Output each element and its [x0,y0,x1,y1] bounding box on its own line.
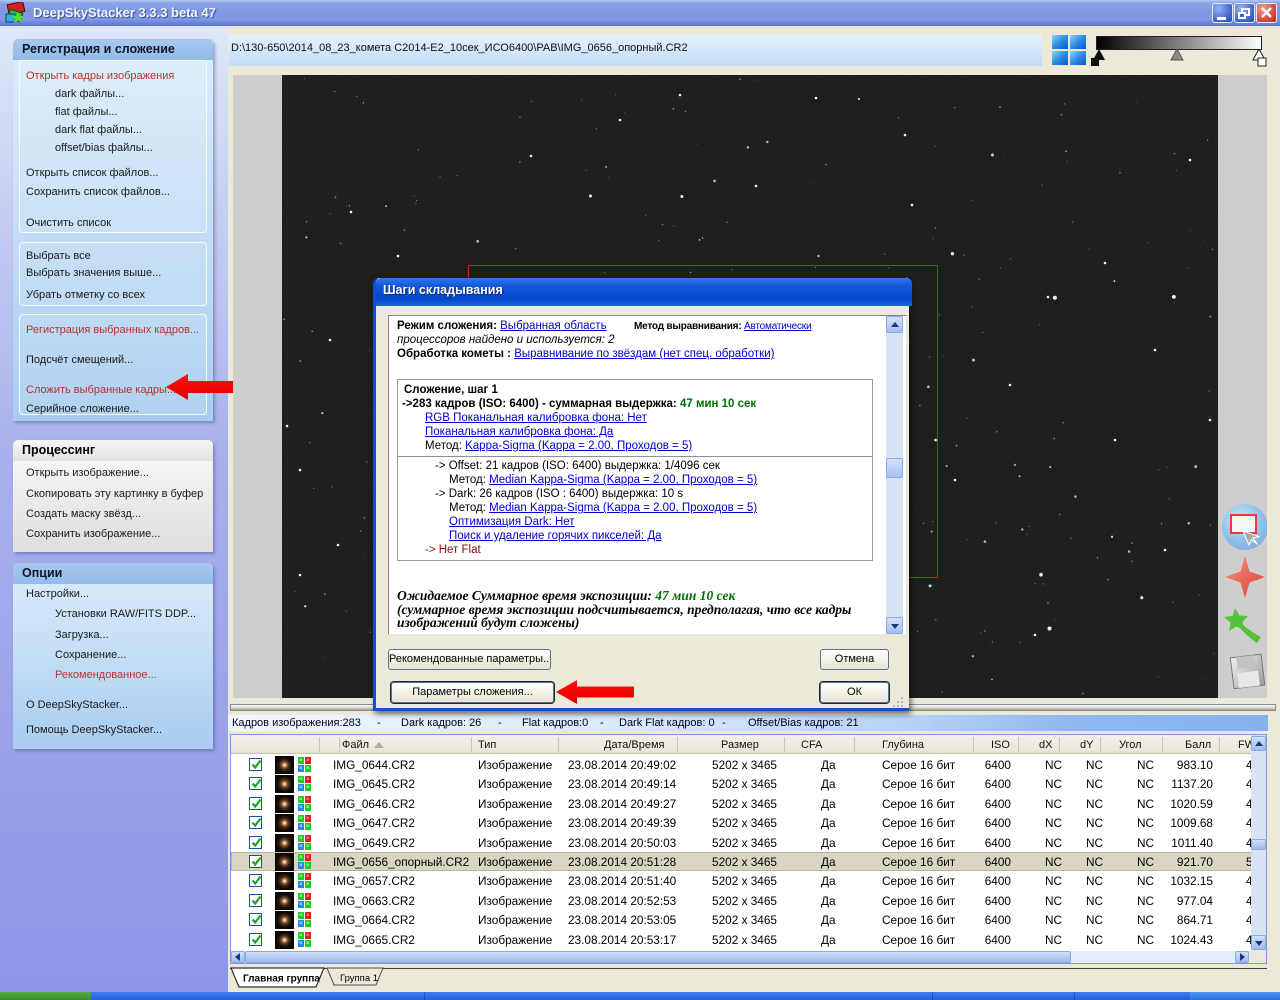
svg-text:Главная группа: Главная группа [243,974,320,985]
svg-text:Группа 1: Группа 1 [340,973,378,984]
